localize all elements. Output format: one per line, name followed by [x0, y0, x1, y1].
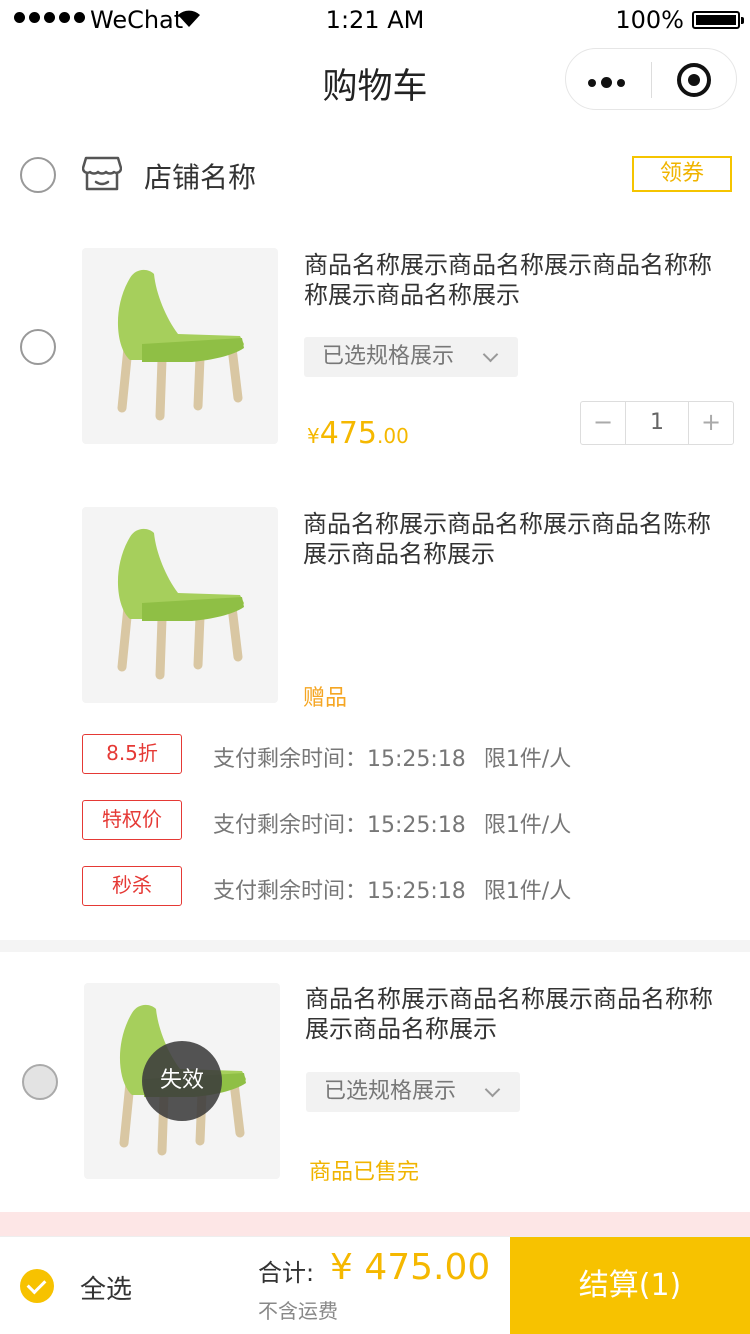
price-decimal: .00 — [377, 424, 409, 448]
invalid-product-title[interactable]: 商品名称展示商品名称展示商品名称称展示商品名称展示 — [305, 984, 725, 1044]
coupon-button[interactable]: 领券 — [632, 156, 732, 192]
chair-image — [117, 528, 244, 680]
spec-label: 已选规格展示 — [322, 344, 455, 369]
quantity-stepper: − 1 + — [580, 401, 734, 445]
status-bar: WeChat 1:21 AM 100% — [0, 0, 750, 40]
quantity-value[interactable]: 1 — [625, 402, 689, 444]
promo-info: 支付剩余时间：15:25:18 限1件/人 — [213, 807, 571, 839]
spec-label: 已选规格展示 — [324, 1079, 457, 1104]
close-target-icon[interactable] — [677, 63, 711, 97]
spec-selector[interactable]: 已选规格展示 — [304, 337, 518, 377]
invalid-badge: 失效 — [142, 1041, 222, 1121]
chair-image — [117, 269, 244, 421]
gift-product-title[interactable]: 商品名称展示商品名称展示商品名陈称展示商品名称展示 — [303, 509, 723, 569]
promo-info: 支付剩余时间：15:25:18 限1件/人 — [213, 741, 571, 773]
gift-label: 赠品 — [303, 686, 348, 711]
invalid-item-radio — [22, 1064, 58, 1100]
capsule-divider — [651, 62, 652, 98]
invalid-product-image[interactable]: 失效 — [84, 983, 280, 1179]
item-select-radio[interactable] — [20, 329, 56, 365]
promo-limit: 限1件/人 — [483, 813, 572, 838]
checkout-button[interactable]: 结算(1) — [510, 1237, 750, 1334]
promo-info: 支付剩余时间：15:25:18 限1件/人 — [213, 873, 571, 905]
promo-countdown: 支付剩余时间：15:25:18 — [213, 813, 466, 838]
spec-selector[interactable]: 已选规格展示 — [306, 1072, 520, 1112]
total-label: 合计: — [258, 1259, 315, 1287]
select-all-label[interactable]: 全选 — [80, 1269, 132, 1306]
promo-tag-discount: 8.5折 — [82, 734, 182, 774]
store-name: 店铺名称 — [144, 161, 257, 194]
store-select-radio[interactable] — [20, 157, 56, 193]
battery-icon — [692, 11, 744, 29]
promo-tag-privilege: 特权价 — [82, 800, 182, 840]
chevron-down-icon — [484, 1081, 501, 1098]
store-icon — [82, 156, 122, 191]
increase-button[interactable]: + — [689, 402, 733, 444]
promo-limit: 限1件/人 — [483, 879, 572, 904]
more-dots-icon[interactable] — [588, 77, 625, 88]
price-currency: ¥ — [307, 424, 320, 448]
section-divider — [0, 940, 750, 952]
gift-product-image[interactable] — [82, 507, 278, 703]
product-price: ¥475.00 — [307, 416, 409, 451]
total-amount: ¥ 475.00 — [330, 1247, 491, 1288]
promo-limit: 限1件/人 — [483, 747, 572, 772]
promo-countdown: 支付剩余时间：15:25:18 — [213, 879, 466, 904]
battery-percent: 100% — [615, 6, 684, 34]
check-icon[interactable] — [20, 1269, 54, 1303]
mini-program-capsule — [565, 48, 737, 110]
sold-out-status: 商品已售完 — [309, 1160, 420, 1185]
shipping-note: 不含运费 — [258, 1299, 338, 1323]
price-integer: 475 — [319, 416, 377, 451]
promo-tag-flash-sale: 秒杀 — [82, 866, 182, 906]
product-image[interactable] — [82, 248, 278, 444]
chevron-down-icon — [482, 346, 499, 363]
checkout-bar: 全选 合计: ¥ 475.00 不含运费 结算(1) — [0, 1236, 750, 1334]
notice-band — [0, 1212, 750, 1236]
product-title[interactable]: 商品名称展示商品名称展示商品名称称称展示商品名称展示 — [304, 250, 724, 310]
promo-countdown: 支付剩余时间：15:25:18 — [213, 747, 466, 772]
decrease-button[interactable]: − — [581, 402, 625, 444]
